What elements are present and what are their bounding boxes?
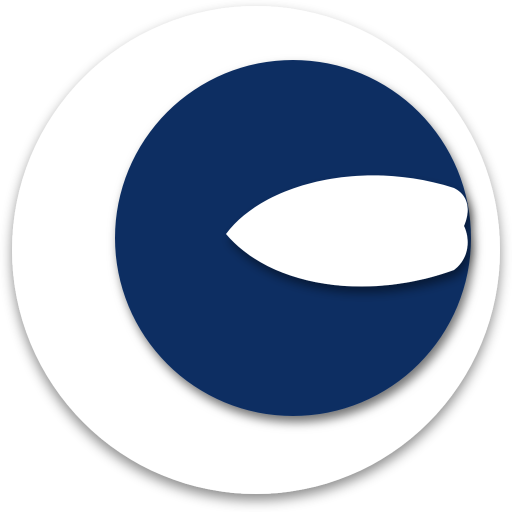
logo-canvas [0, 0, 512, 512]
app-logo-icon [0, 0, 512, 512]
